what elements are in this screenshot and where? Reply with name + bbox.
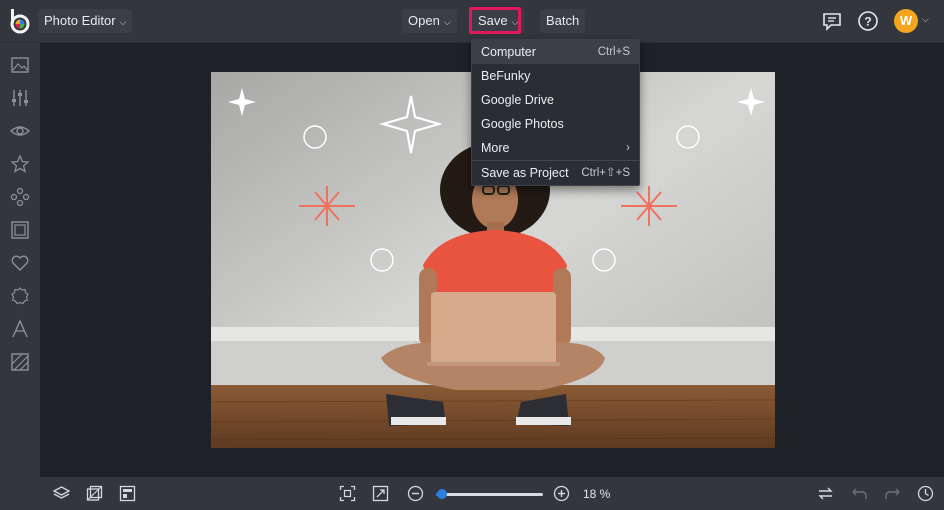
user-avatar[interactable]: W <box>894 9 918 33</box>
image-icon[interactable] <box>10 55 30 75</box>
open-label: Open <box>408 13 440 28</box>
flip-icon[interactable] <box>817 485 834 502</box>
top-bar: Photo Editor ⌵ Open ⌵ Save ⌵ Batch ? W ⌵ <box>0 0 944 43</box>
chevron-down-icon: ⌵ <box>119 17 127 27</box>
batch-label: Batch <box>546 13 580 28</box>
photo-editor-label: Photo Editor <box>44 13 116 28</box>
zoom-slider-thumb[interactable] <box>437 489 447 499</box>
badge-icon[interactable] <box>10 286 30 306</box>
nodes-icon[interactable] <box>10 187 30 207</box>
sliders-icon[interactable] <box>10 88 30 108</box>
help-icon[interactable]: ? <box>857 10 879 32</box>
left-sidebar <box>0 43 40 477</box>
batch-button[interactable]: Batch <box>540 9 586 33</box>
text-icon[interactable] <box>10 319 30 339</box>
zoom-in-icon[interactable] <box>553 485 570 502</box>
comment-icon[interactable] <box>821 10 843 32</box>
undo-icon[interactable] <box>851 485 868 502</box>
zoom-level-label: 18 % <box>583 487 611 501</box>
menu-item-befunky[interactable]: BeFunky <box>472 64 639 88</box>
zoom-out-icon[interactable] <box>407 485 424 502</box>
svg-text:?: ? <box>864 15 871 29</box>
photo-editor-menu-button[interactable]: Photo Editor ⌵ <box>38 9 133 33</box>
heart-icon[interactable] <box>10 253 30 273</box>
save-dropdown-menu: Computer Ctrl+S BeFunky Google Drive Goo… <box>471 39 640 186</box>
compare-icon[interactable] <box>86 485 103 502</box>
actual-size-icon[interactable] <box>372 485 389 502</box>
frame-icon[interactable] <box>10 220 30 240</box>
star-icon[interactable] <box>10 154 30 174</box>
menu-item-google-drive[interactable]: Google Drive <box>472 88 639 112</box>
zoom-slider-track[interactable] <box>436 493 543 496</box>
bottom-bar: 18 % <box>0 477 944 510</box>
chevron-down-icon[interactable]: ⌵ <box>922 14 929 25</box>
texture-icon[interactable] <box>10 352 30 372</box>
redo-icon[interactable] <box>884 485 901 502</box>
chevron-right-icon: › <box>626 142 630 154</box>
layers-icon[interactable] <box>53 485 70 502</box>
layout-icon[interactable] <box>119 485 136 502</box>
menu-item-google-photos[interactable]: Google Photos <box>472 112 639 136</box>
save-button-highlight <box>469 7 521 34</box>
menu-item-computer[interactable]: Computer Ctrl+S <box>472 40 639 64</box>
menu-item-save-as-project[interactable]: Save as Project Ctrl+⇧+S <box>472 161 639 185</box>
history-icon[interactable] <box>917 485 934 502</box>
open-button[interactable]: Open ⌵ <box>402 9 457 33</box>
chevron-down-icon: ⌵ <box>443 17 451 27</box>
befunky-logo-icon[interactable] <box>8 8 32 34</box>
menu-item-more[interactable]: More › <box>472 136 639 160</box>
fit-screen-icon[interactable] <box>339 485 356 502</box>
eye-icon[interactable] <box>10 121 30 141</box>
